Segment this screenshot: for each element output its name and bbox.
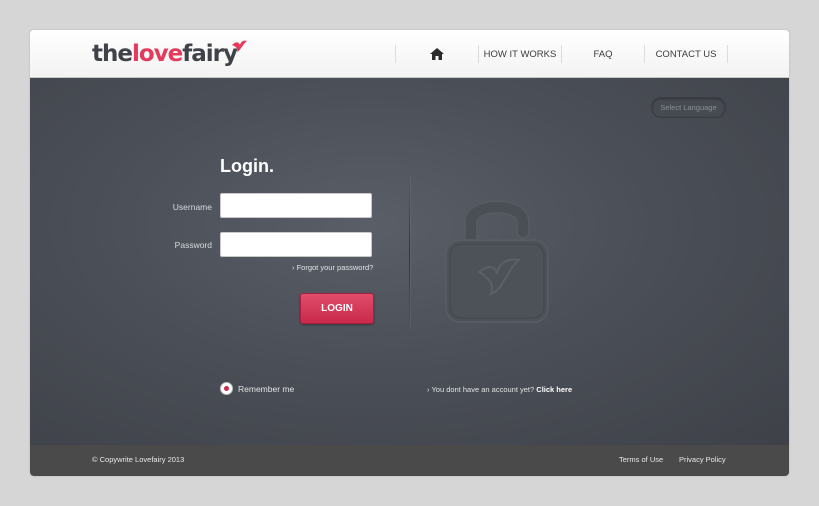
- vertical-divider: [409, 176, 410, 330]
- nav-contact-us[interactable]: CONTACT US: [645, 45, 727, 63]
- username-label: Username: [172, 202, 212, 212]
- logo-love: love: [131, 41, 183, 67]
- page-frame: thelovefairy HOW IT WORKS FAQ CONTACT US…: [30, 30, 789, 476]
- login-title: Login.: [220, 156, 274, 176]
- terms-of-use-link[interactable]: Terms of Use: [619, 455, 663, 464]
- main-nav: HOW IT WORKS FAQ CONTACT US: [395, 45, 728, 63]
- logo-the: the: [92, 41, 133, 67]
- privacy-policy-link[interactable]: Privacy Policy: [679, 455, 726, 464]
- nav-home[interactable]: [396, 45, 478, 63]
- chevron-right-icon: ›: [292, 263, 295, 272]
- bird-logo-icon: [232, 40, 247, 52]
- padlock-icon: [445, 200, 549, 323]
- site-header: thelovefairy HOW IT WORKS FAQ CONTACT US: [30, 30, 789, 78]
- nav-divider: [727, 45, 728, 63]
- logo-fairy: fairy: [182, 41, 238, 67]
- radio-selected-dot: [224, 386, 229, 391]
- signup-prompt-text: You dont have an account yet?: [431, 385, 535, 394]
- login-section: Select Language Login. Username Password…: [30, 78, 789, 445]
- copyright-text: Copywrite Lovefairy 2013: [99, 455, 185, 464]
- signup-prompt: › You dont have an account yet? Click he…: [427, 385, 572, 394]
- forgot-password-link[interactable]: › Forgot your password?: [292, 263, 373, 272]
- site-logo[interactable]: thelovefairy: [92, 39, 238, 69]
- nav-faq[interactable]: FAQ: [562, 45, 644, 63]
- remember-me-label[interactable]: Remember me: [238, 384, 294, 394]
- site-footer: © Copywrite Lovefairy 2013 Terms of Use …: [30, 445, 789, 476]
- copyright-icon: ©: [92, 455, 98, 464]
- forgot-password-text: Forgot your password?: [296, 263, 374, 272]
- select-language-button[interactable]: Select Language: [651, 97, 726, 118]
- login-button[interactable]: LOGIN: [300, 293, 374, 324]
- remember-me-radio[interactable]: [220, 382, 233, 395]
- copyright: © Copywrite Lovefairy 2013: [92, 455, 184, 464]
- nav-how-it-works[interactable]: HOW IT WORKS: [479, 45, 561, 63]
- home-icon: [430, 48, 444, 60]
- password-label: Password: [174, 240, 212, 250]
- chevron-right-icon: ›: [427, 385, 430, 394]
- username-input[interactable]: [220, 193, 372, 218]
- password-input[interactable]: [220, 232, 372, 257]
- signup-link[interactable]: Click here: [536, 385, 572, 394]
